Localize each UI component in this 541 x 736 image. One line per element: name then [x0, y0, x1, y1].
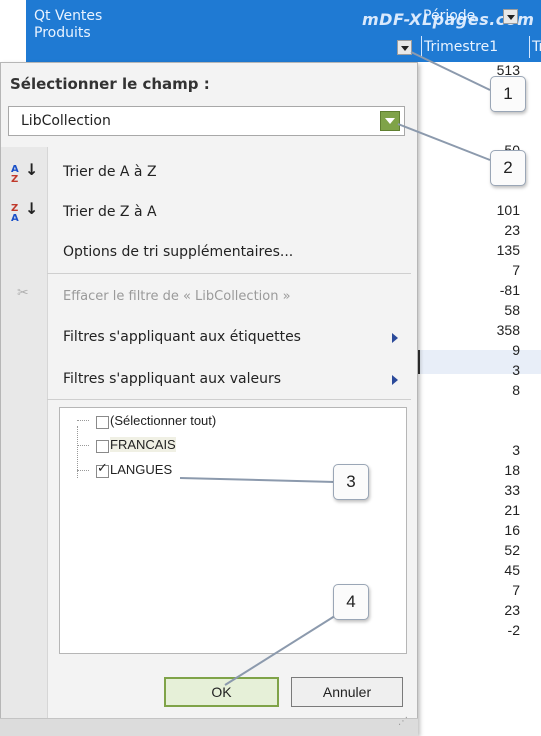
panel-bottom-bar: [0, 718, 418, 736]
value-cell[interactable]: [470, 120, 520, 140]
column-field-label[interactable]: Période: [423, 8, 475, 24]
filter-dropdown-panel: Sélectionner le champ : LibCollection AZ…: [0, 62, 418, 736]
value-cell[interactable]: 3: [470, 360, 520, 380]
value-cell[interactable]: 9: [470, 340, 520, 360]
menu-separator: [47, 273, 411, 274]
value-cell[interactable]: 8: [470, 380, 520, 400]
menu-separator: [47, 399, 411, 400]
sort-ascending-icon: AZ ↓: [11, 160, 39, 185]
tree-line: [77, 470, 89, 471]
quarter2-header[interactable]: Tr: [529, 36, 541, 58]
menu-clear-filter: Effacer le filtre de « LibCollection »: [63, 289, 291, 304]
value-cell[interactable]: 101: [470, 200, 520, 220]
select-field-title: Sélectionner le champ :: [10, 75, 210, 93]
checkbox-label: LANGUES: [110, 462, 173, 477]
pivot-header-labels: Qt Ventes Produits: [34, 8, 102, 42]
callout-1: 1: [490, 76, 526, 112]
resize-grip-icon[interactable]: ⋰: [398, 716, 409, 727]
value-cell[interactable]: 3: [470, 440, 520, 460]
rows-filter-dropdown-button[interactable]: [397, 40, 412, 55]
value-cell[interactable]: 18: [470, 460, 520, 480]
menu-label-filters[interactable]: Filtres s'appliquant aux étiquettes: [63, 329, 301, 345]
measure-label: Qt Ventes: [34, 8, 103, 24]
value-cell[interactable]: 58: [470, 300, 520, 320]
value-cell[interactable]: [470, 420, 520, 440]
value-cell[interactable]: 52: [470, 540, 520, 560]
value-cell[interactable]: 358: [470, 320, 520, 340]
dropdown-arrow-icon[interactable]: [380, 111, 400, 131]
values-column: 513 50 101231357-8158358938 318332116524…: [470, 60, 520, 640]
value-cell[interactable]: -2: [470, 620, 520, 640]
menu-more-sort-options[interactable]: Options de tri supplémentaires...: [63, 244, 293, 260]
value-cell[interactable]: 7: [470, 580, 520, 600]
value-cell[interactable]: 23: [470, 600, 520, 620]
menu-icon-gutter: [1, 147, 48, 736]
value-cell[interactable]: 135: [470, 240, 520, 260]
sort-descending-icon: ZA ↓: [11, 199, 39, 224]
value-cell[interactable]: 45: [470, 560, 520, 580]
clear-filter-icon: ✂: [17, 285, 29, 301]
tree-line: [77, 420, 89, 421]
checkbox-select-all[interactable]: [96, 416, 109, 429]
menu-sort-z-a[interactable]: Trier de Z à A: [63, 204, 157, 220]
checkbox-label: FRANCAIS: [110, 437, 176, 452]
value-cell[interactable]: 16: [470, 520, 520, 540]
callout-4: 4: [333, 584, 369, 620]
callout-2: 2: [490, 150, 526, 186]
value-cell[interactable]: 23: [470, 220, 520, 240]
ok-button[interactable]: OK: [164, 677, 279, 707]
tree-line: [77, 445, 89, 446]
field-select-dropdown[interactable]: LibCollection: [8, 106, 405, 136]
value-cell[interactable]: 7: [470, 260, 520, 280]
value-cell[interactable]: 21: [470, 500, 520, 520]
selected-field-value: LibCollection: [21, 113, 111, 129]
rows-field-label[interactable]: Produits: [34, 25, 102, 42]
checkbox-label: (Sélectionner tout): [110, 413, 217, 428]
checkbox-francais[interactable]: [96, 440, 109, 453]
cell-cursor: [418, 350, 420, 374]
value-cell[interactable]: -81: [470, 280, 520, 300]
checkbox-langues[interactable]: [96, 461, 109, 478]
submenu-arrow-icon: [392, 375, 398, 385]
quarter1-header[interactable]: Trimestre1: [421, 36, 529, 58]
column-filter-dropdown-button[interactable]: [503, 9, 518, 24]
value-cell[interactable]: 33: [470, 480, 520, 500]
value-cell[interactable]: [470, 400, 520, 420]
cancel-button[interactable]: Annuler: [291, 677, 403, 707]
callout-3: 3: [333, 464, 369, 500]
menu-value-filters[interactable]: Filtres s'appliquant aux valeurs: [63, 371, 281, 387]
submenu-arrow-icon: [392, 333, 398, 343]
menu-sort-a-z[interactable]: Trier de A à Z: [63, 164, 157, 180]
